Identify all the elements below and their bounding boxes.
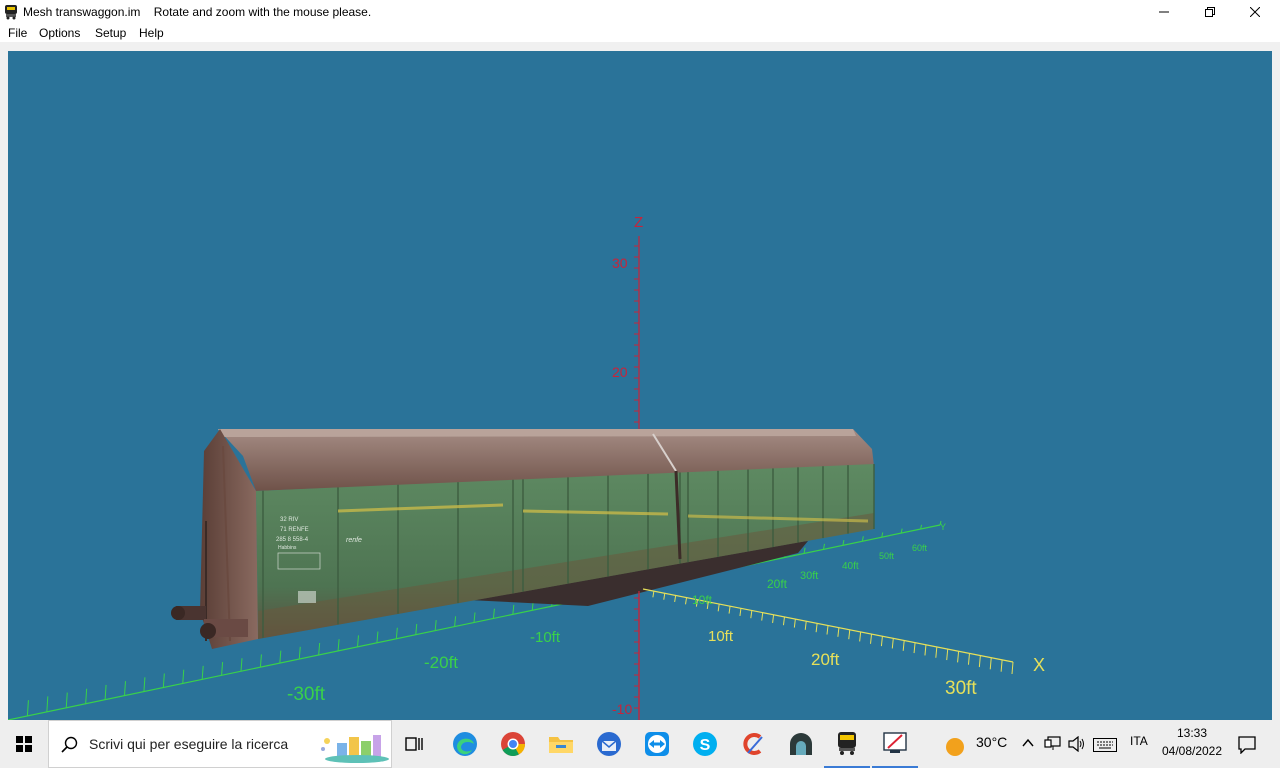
clock-date[interactable]: 04/08/2022 — [1160, 744, 1224, 758]
y-tick-neg-20: -20ft — [424, 653, 458, 672]
notification-icon[interactable] — [1238, 736, 1256, 754]
y-tick-10: 10ft — [692, 593, 713, 607]
y-tick-neg-30: -30ft — [287, 684, 326, 705]
editor-icon — [883, 732, 907, 753]
file-explorer-button[interactable] — [538, 720, 584, 768]
menu-setup[interactable]: Setup — [95, 26, 126, 40]
chrome-button[interactable] — [490, 720, 536, 768]
menu-options[interactable]: Options — [39, 26, 80, 40]
close-button[interactable] — [1232, 0, 1278, 24]
y-tick-60: 60ft — [912, 543, 928, 553]
weather-icon — [946, 738, 964, 756]
thunderbird-button[interactable] — [586, 720, 632, 768]
title-bar: Mesh transwaggon.im Rotate and zoom with… — [0, 0, 1280, 24]
skype-icon: S — [693, 732, 717, 756]
y-axis-label: Y — [940, 522, 946, 532]
x-tick-30: 30ft — [945, 678, 977, 699]
thunderbird-icon — [597, 732, 621, 756]
search-highlight-icon — [321, 735, 389, 763]
tunnel-icon — [790, 733, 812, 755]
y-tick-50: 50ft — [879, 551, 895, 561]
windows-icon — [16, 736, 32, 752]
clock-time[interactable]: 13:33 — [1160, 726, 1224, 740]
volume-icon[interactable] — [1068, 736, 1086, 752]
search-icon — [61, 736, 78, 753]
search-box[interactable]: Scrivi qui per eseguire la ricerca — [48, 720, 392, 768]
x-tick-10: 10ft — [708, 628, 734, 645]
teamviewer-button[interactable] — [634, 720, 680, 768]
wagon-logo: renfe — [346, 537, 362, 544]
trainz-app-button[interactable] — [824, 720, 870, 768]
wagon-model: 32 RIV 71 RENFE 285 8 558-4 Habbins renf… — [171, 429, 875, 649]
skype-button[interactable]: S — [682, 720, 728, 768]
wagon-marking-renfe: 71 RENFE — [280, 527, 309, 533]
y-tick-30: 30ft — [800, 570, 818, 582]
teamviewer-icon — [645, 732, 669, 756]
svg-text:S: S — [700, 737, 711, 754]
x-tick-20: 20ft — [811, 650, 840, 669]
window-title: Mesh transwaggon.im Rotate and zoom with… — [23, 5, 372, 19]
task-view-icon — [405, 737, 423, 751]
taskbar: Scrivi qui per eseguire la ricerca S 30°… — [0, 720, 1280, 768]
wagon-marking-riv: 32 RIV — [280, 517, 298, 523]
scene[interactable]: 20ft 30ft 40ft 50ft 60ft Y -30ft -20ft -… — [8, 51, 1272, 720]
minimize-icon — [1159, 11, 1169, 13]
wagon-roof-edge — [218, 429, 856, 437]
z-axis-label: Z — [634, 214, 643, 231]
restore-button[interactable] — [1187, 0, 1233, 24]
input-language[interactable]: ITA — [1130, 734, 1148, 748]
keyboard-icon[interactable] — [1093, 738, 1117, 752]
x-axis-label: X — [1033, 655, 1045, 675]
close-icon — [1250, 7, 1260, 17]
menu-file[interactable]: File — [8, 26, 27, 40]
train-icon — [838, 732, 856, 755]
z-tick-20: 20 — [612, 364, 628, 380]
network-icon[interactable] — [1044, 736, 1062, 752]
menu-bar: File Options Setup Help — [0, 24, 1280, 42]
restore-icon — [1205, 7, 1215, 17]
chrome-icon — [501, 732, 525, 757]
weather-temperature[interactable]: 30°C — [976, 734, 1007, 750]
edge-button[interactable] — [442, 720, 488, 768]
edge-icon — [453, 732, 477, 756]
wagon-marking-number: 285 8 558-4 — [276, 537, 309, 543]
menu-help[interactable]: Help — [139, 26, 164, 40]
wagon-marking-type: Habbins — [278, 545, 297, 551]
y-tick-neg-10: -10ft — [530, 629, 561, 646]
start-button[interactable] — [0, 720, 48, 768]
minimize-button[interactable] — [1141, 0, 1187, 24]
x-axis: 10ft 20ft 30ft X 10ft — [642, 588, 1045, 699]
chevron-up-icon[interactable] — [1022, 738, 1034, 748]
ccleaner-button[interactable] — [730, 720, 776, 768]
tunnel-app-button[interactable] — [778, 720, 824, 768]
editor-app-button[interactable] — [872, 720, 918, 768]
ccleaner-icon — [743, 733, 763, 755]
y-tick-40: 40ft — [842, 561, 859, 572]
task-view-button[interactable] — [392, 720, 438, 768]
z-tick-30: 30 — [612, 255, 628, 271]
search-input[interactable]: Scrivi qui per eseguire la ricerca — [89, 736, 288, 752]
y-tick-20: 20ft — [767, 577, 788, 591]
app-icon — [5, 5, 17, 20]
3d-viewport[interactable]: 20ft 30ft 40ft 50ft 60ft Y -30ft -20ft -… — [8, 51, 1272, 720]
z-tick-neg-10: -10 — [612, 701, 632, 717]
folder-icon — [549, 737, 573, 753]
viewport-frame: 20ft 30ft 40ft 50ft 60ft Y -30ft -20ft -… — [0, 42, 1280, 720]
